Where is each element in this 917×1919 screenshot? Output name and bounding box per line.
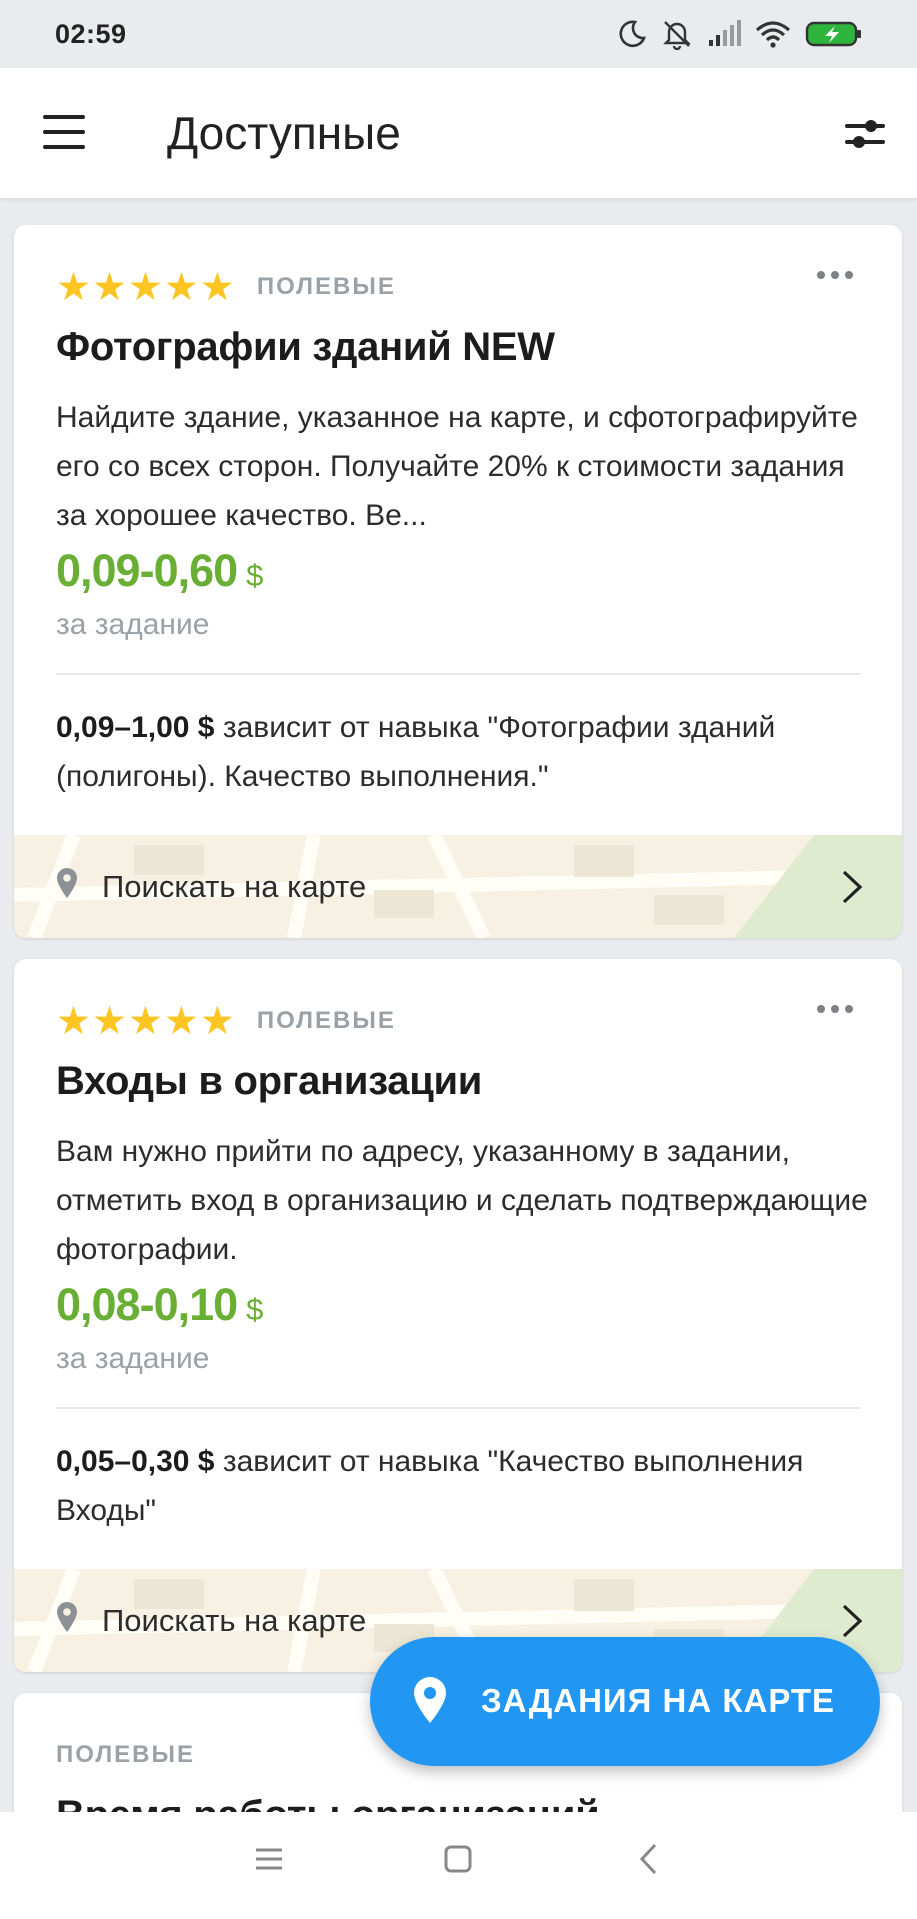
task-card[interactable]: ★ ★ ★ ★ ★ ПОЛЕВЫЕ Фотографии зданий NEW …: [14, 225, 902, 938]
star-icon: ★: [163, 264, 199, 310]
location-pin-icon: [57, 1602, 77, 1632]
card-description: Вам нужно прийти по адресу, указанному в…: [56, 1135, 868, 1266]
price-currency: $: [246, 558, 264, 593]
hamburger-menu-icon[interactable]: [40, 115, 88, 151]
skill-info: 0,05–0,30 $ зависит от навыка "Качество …: [56, 1437, 886, 1535]
star-icon: ★: [91, 264, 127, 310]
wifi-icon: [755, 20, 791, 48]
price-unit: за задание: [56, 1342, 210, 1375]
signal-icon: [707, 20, 741, 48]
moon-icon: [617, 19, 647, 49]
star-icon: ★: [56, 264, 91, 310]
star-icon: ★: [127, 264, 163, 310]
map-pin-icon: [414, 1677, 446, 1723]
card-meta-row: ★ ★ ★ ★ ★ ПОЛЕВЫЕ: [56, 1001, 862, 1041]
star-icon: ★: [199, 264, 235, 310]
price-currency: $: [246, 1292, 264, 1327]
star-icon: ★: [163, 998, 199, 1044]
star-icon: ★: [199, 998, 235, 1044]
page-title: Доступные: [167, 107, 401, 159]
star-icon: ★: [91, 998, 127, 1044]
rating-stars: ★ ★ ★ ★ ★: [56, 268, 235, 307]
system-nav-bar: [0, 1812, 917, 1919]
category-label: ПОЛЕВЫЕ: [256, 1007, 396, 1034]
price-row: 0,08-0,10 $: [56, 1279, 263, 1331]
star-icon: ★: [56, 998, 91, 1044]
tasks-on-map-button[interactable]: ЗАДАНИЯ НА КАРТЕ: [370, 1637, 880, 1766]
divider: [56, 1407, 860, 1409]
search-on-map-link[interactable]: Поискать на карте: [14, 835, 902, 938]
status-bar: 02:59: [0, 0, 917, 68]
star-icon: ★: [127, 998, 163, 1044]
card-title: Фотографии зданий NEW: [56, 325, 555, 369]
more-options-icon[interactable]: [810, 260, 860, 290]
divider: [56, 673, 860, 675]
fab-label: ЗАДАНИЯ НА КАРТЕ: [481, 1682, 836, 1719]
app-header: Доступные: [0, 68, 917, 198]
card-title: Входы в организации: [56, 1059, 483, 1103]
home-icon[interactable]: [443, 1842, 473, 1876]
status-time: 02:59: [55, 18, 127, 49]
price-value: 0,09-0,60: [56, 545, 238, 596]
status-icons: [617, 18, 863, 50]
battery-charging-icon: [805, 20, 863, 48]
rating-stars: ★ ★ ★ ★ ★: [56, 1002, 235, 1041]
price-value: 0,08-0,10: [56, 1279, 238, 1330]
category-label: ПОЛЕВЫЕ: [56, 1741, 196, 1768]
skill-range: 0,05–0,30 $: [56, 1445, 215, 1478]
card-meta-row: ★ ★ ★ ★ ★ ПОЛЕВЫЕ: [56, 267, 862, 307]
skill-range: 0,09–1,00 $: [56, 711, 215, 744]
location-pin-icon: [57, 868, 77, 898]
category-label: ПОЛЕВЫЕ: [256, 273, 396, 300]
card-description: Найдите здание, указанное на карте, и сф…: [56, 401, 858, 532]
price-unit: за задание: [56, 608, 210, 641]
chevron-right-icon: [842, 1604, 863, 1638]
task-card[interactable]: ★ ★ ★ ★ ★ ПОЛЕВЫЕ Входы в организации Ва…: [14, 959, 902, 1672]
recent-apps-icon[interactable]: [254, 1842, 284, 1876]
more-options-icon[interactable]: [810, 994, 860, 1024]
map-link-label: Поискать на карте: [102, 1603, 367, 1638]
bell-off-icon: [661, 18, 693, 50]
filter-sliders-icon[interactable]: [843, 114, 887, 154]
price-row: 0,09-0,60 $: [56, 545, 263, 597]
map-link-label: Поискать на карте: [102, 869, 367, 904]
skill-info: 0,09–1,00 $ зависит от навыка "Фотографи…: [56, 703, 886, 801]
chevron-right-icon: [842, 870, 863, 904]
back-icon[interactable]: [637, 1842, 661, 1876]
